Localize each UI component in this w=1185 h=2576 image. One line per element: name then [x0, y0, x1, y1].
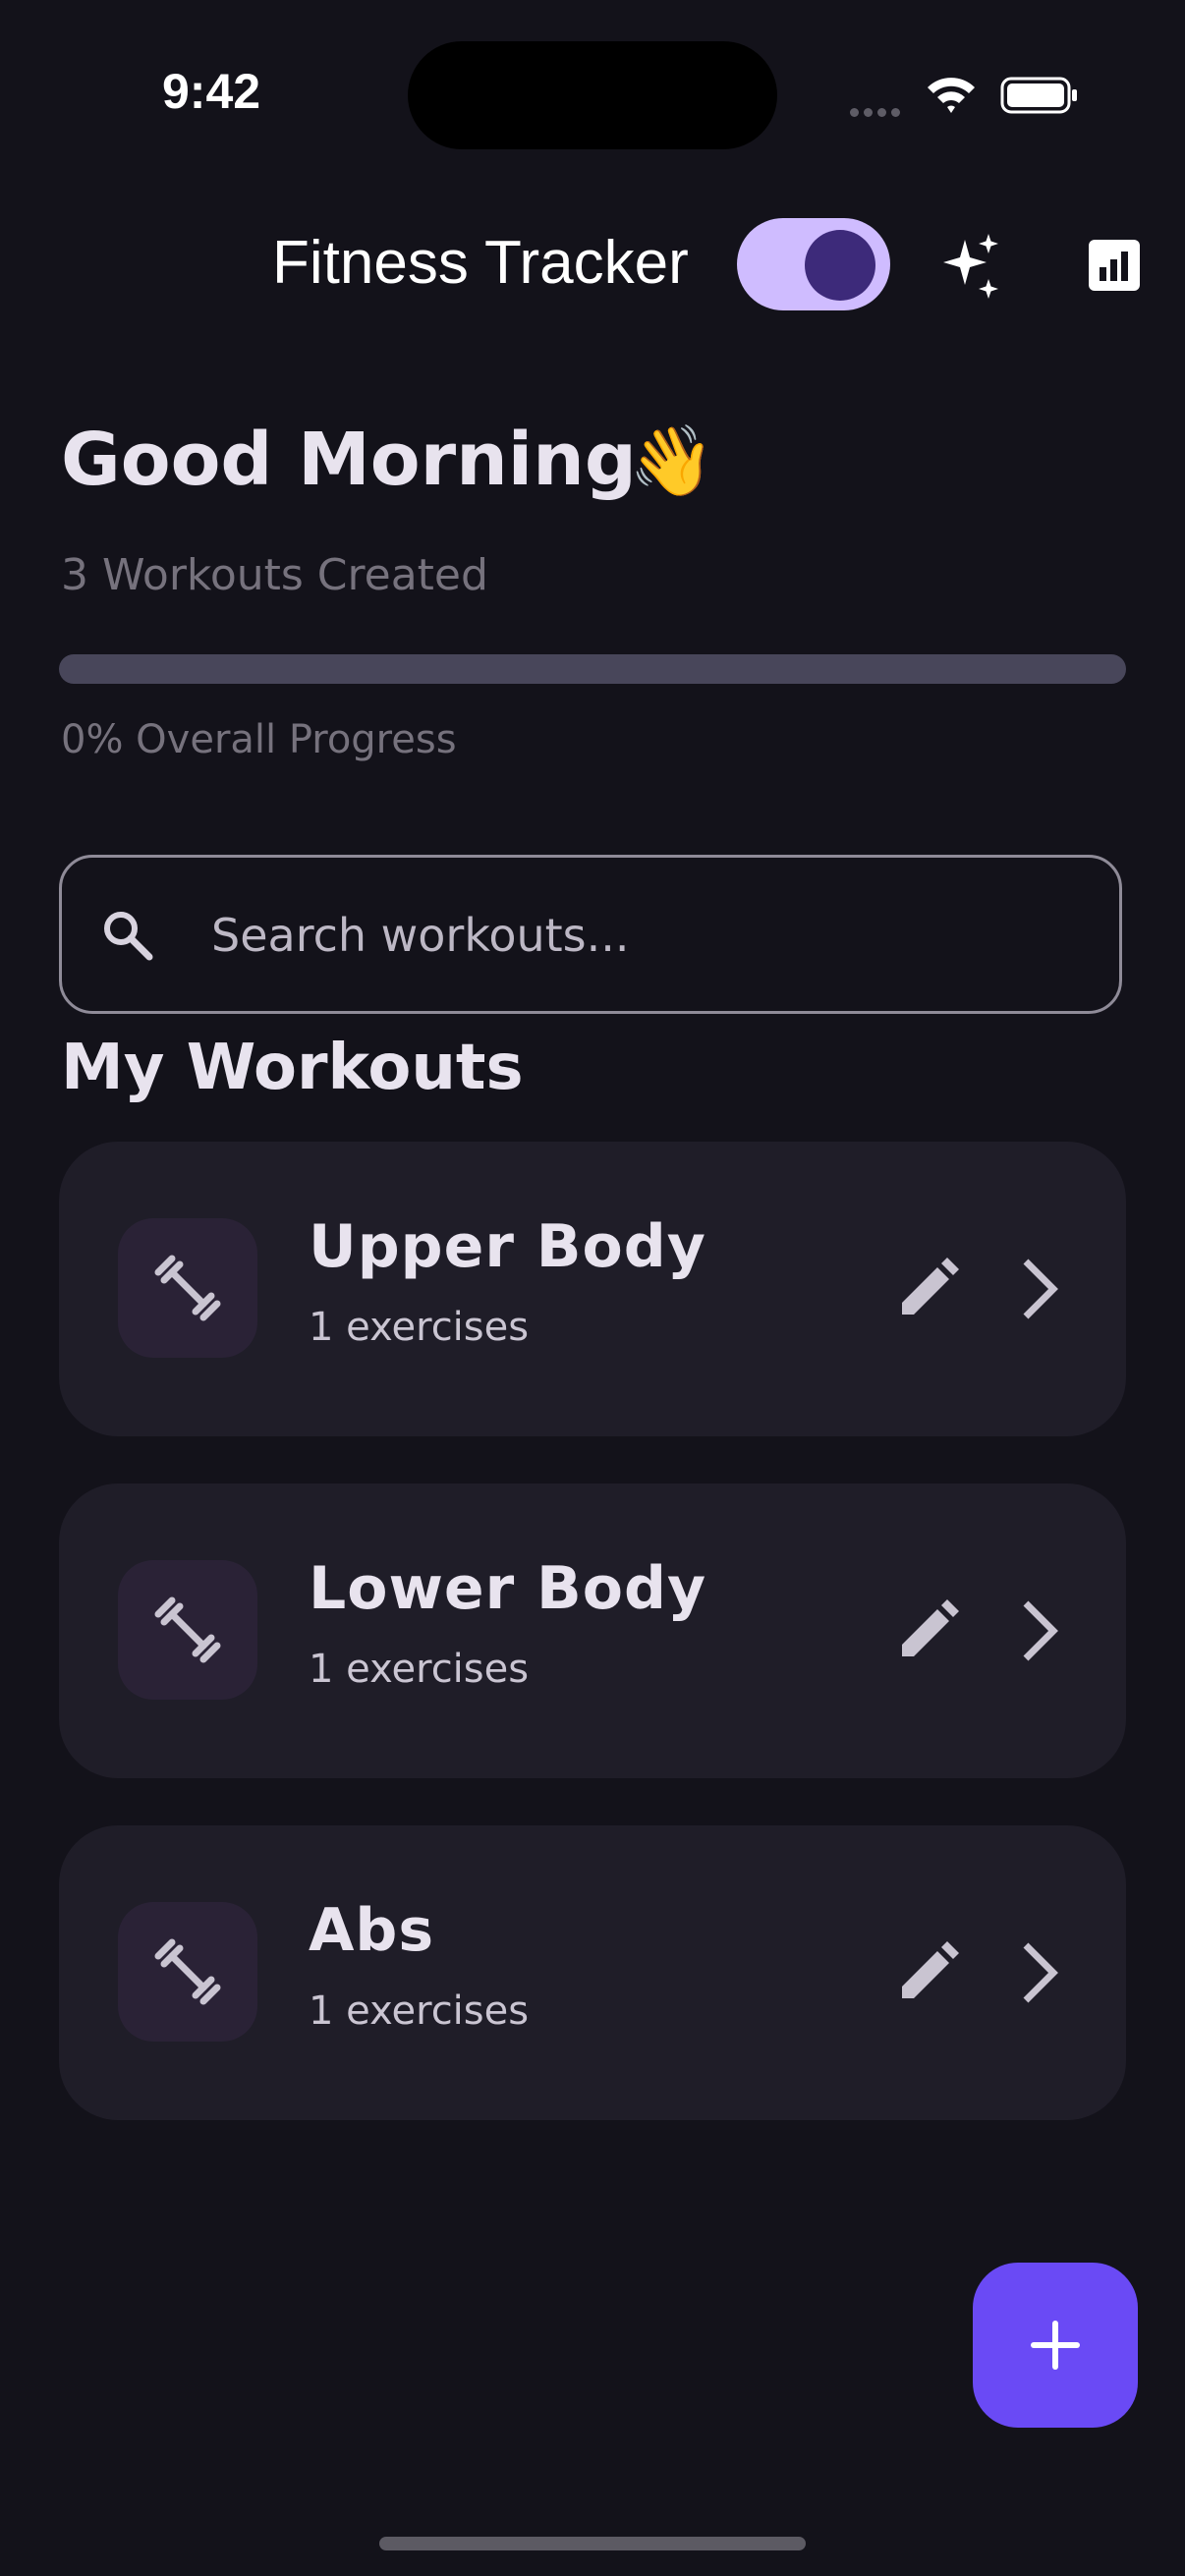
app-title: Fitness Tracker [272, 229, 689, 297]
sparkle-icon[interactable] [935, 232, 1006, 303]
dumbbell-icon [154, 1596, 221, 1663]
progress-bar [59, 654, 1126, 684]
chevron-right-icon[interactable] [1002, 1596, 1073, 1666]
add-workout-button[interactable] [973, 2263, 1138, 2428]
workout-card[interactable]: Abs 1 exercises [59, 1825, 1126, 2120]
search-input[interactable] [211, 906, 1076, 965]
dumbbell-icon [154, 1938, 221, 2005]
workout-icon-box [118, 1218, 257, 1358]
dynamic-island [408, 41, 777, 149]
workout-exercise-count: 1 exercises [309, 1647, 530, 1692]
greeting-title: Good Morning [61, 418, 637, 502]
home-indicator [379, 2537, 806, 2550]
workout-icon-box [118, 1902, 257, 2042]
progress-label: 0% Overall Progress [61, 717, 457, 762]
wifi-icon [928, 78, 975, 113]
edit-icon[interactable] [892, 1937, 963, 2008]
workout-card[interactable]: Upper Body 1 exercises [59, 1142, 1126, 1436]
workout-name: Upper Body [309, 1212, 706, 1281]
toggle-knob [805, 230, 875, 301]
status-time: 9:42 [162, 64, 261, 119]
edit-icon[interactable] [892, 1596, 963, 1666]
chevron-right-icon[interactable] [1002, 1937, 1073, 2008]
workout-exercise-count: 1 exercises [309, 1988, 530, 2034]
cellular-signal-icon [850, 102, 909, 117]
workout-name: Lower Body [309, 1554, 707, 1623]
battery-icon [1000, 77, 1077, 114]
plus-icon [1031, 2321, 1080, 2370]
section-title: My Workouts [61, 1032, 524, 1104]
chevron-right-icon[interactable] [1002, 1254, 1073, 1324]
workout-exercise-count: 1 exercises [309, 1305, 530, 1350]
workout-card[interactable]: Lower Body 1 exercises [59, 1484, 1126, 1778]
waving-hand-emoji: 👋 [629, 420, 715, 501]
workout-icon-box [118, 1560, 257, 1700]
dumbbell-icon [154, 1255, 221, 1321]
edit-icon[interactable] [892, 1254, 963, 1324]
search-icon [104, 912, 153, 961]
workouts-created-count: 3 Workouts Created [61, 550, 488, 600]
workout-name: Abs [309, 1896, 435, 1965]
stats-icon[interactable] [1087, 238, 1142, 293]
